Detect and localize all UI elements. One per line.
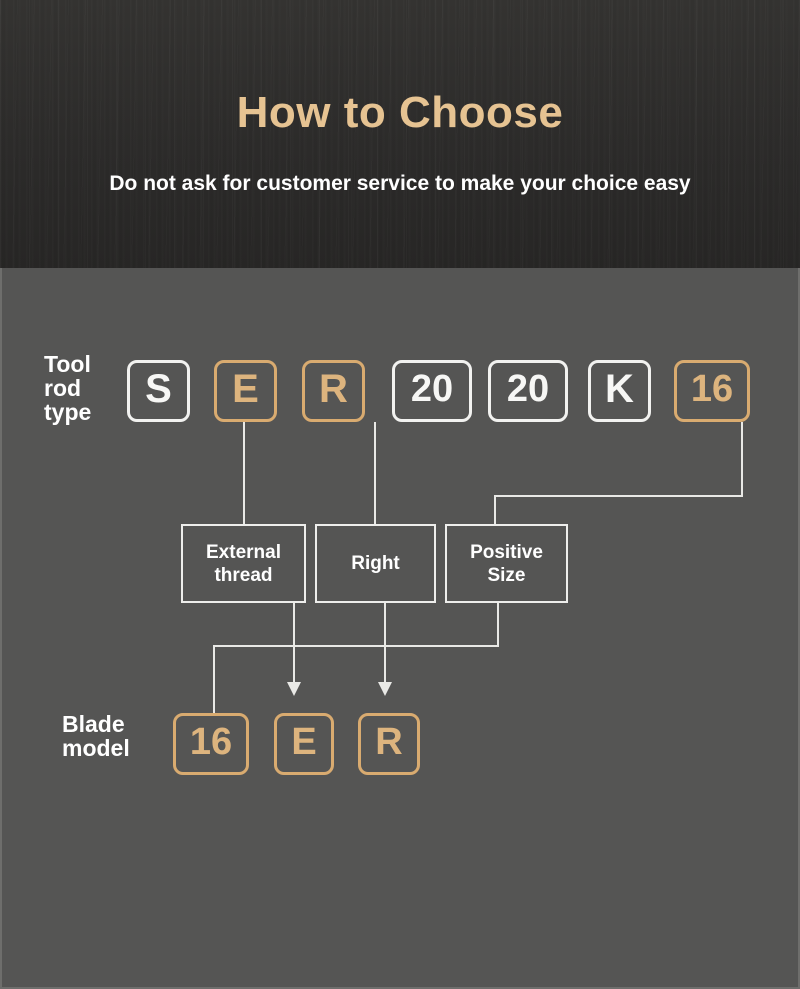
tool-rod-code-r: R bbox=[302, 360, 365, 422]
blade-model-label: Blade model bbox=[62, 711, 130, 761]
blade-model-code-thread-type-text: E bbox=[291, 721, 317, 763]
tool-rod-code-length-text: K bbox=[605, 367, 634, 411]
blade-model-code-thread-type: E bbox=[274, 713, 334, 775]
tool-rod-code-s: S bbox=[127, 360, 190, 422]
blade-model-code-hand-text: R bbox=[375, 721, 403, 763]
how-to-choose-infographic: How to Choose Do not ask for customer se… bbox=[0, 0, 800, 989]
arrow-external-thread-to-blade-e bbox=[287, 682, 301, 696]
connector-positive-size-drop bbox=[497, 603, 499, 647]
page-subtitle: Do not ask for customer service to make … bbox=[109, 172, 691, 195]
tool-rod-code-e: E bbox=[214, 360, 277, 422]
tool-rod-code-pitch: 16 bbox=[674, 360, 750, 422]
connector-pitch-to-positive-size bbox=[494, 495, 496, 525]
description-external-thread: External thread bbox=[181, 524, 306, 603]
arrow-right-to-blade-r bbox=[378, 682, 392, 696]
connector-e-to-external-thread bbox=[243, 422, 245, 525]
connector-positive-size-horizontal bbox=[213, 645, 499, 647]
description-right: Right bbox=[315, 524, 436, 603]
description-external-thread-text: External thread bbox=[206, 541, 281, 586]
page-title: How to Choose bbox=[236, 88, 564, 137]
blade-model-code-pitch: 16 bbox=[173, 713, 249, 775]
tool-rod-code-r-text: R bbox=[319, 367, 348, 411]
connector-positive-size-to-blade-16 bbox=[213, 645, 215, 715]
connector-r-to-right bbox=[374, 422, 376, 525]
header-banner: How to Choose Do not ask for customer se… bbox=[0, 0, 800, 268]
connector-pitch-drop bbox=[741, 422, 743, 497]
description-positive-size: Positive Size bbox=[445, 524, 568, 603]
connector-pitch-horizontal bbox=[494, 495, 743, 497]
tool-rod-code-shank-height: 20 bbox=[488, 360, 568, 422]
description-right-text: Right bbox=[351, 553, 400, 574]
tool-rod-code-shank-height-text: 20 bbox=[506, 368, 550, 410]
tool-rod-code-shank-width-text: 20 bbox=[410, 368, 454, 410]
tool-rod-code-pitch-text: 16 bbox=[690, 368, 734, 410]
tool-rod-code-s-text: S bbox=[145, 367, 172, 411]
tool-rod-type-label: Tool rod type bbox=[44, 351, 92, 425]
tool-rod-code-length: K bbox=[588, 360, 651, 422]
blade-model-code-hand: R bbox=[358, 713, 420, 775]
tool-rod-code-shank-width: 20 bbox=[392, 360, 472, 422]
description-positive-size-text: Positive Size bbox=[470, 541, 543, 586]
tool-rod-code-e-text: E bbox=[232, 367, 259, 411]
blade-model-code-pitch-text: 16 bbox=[189, 721, 233, 763]
